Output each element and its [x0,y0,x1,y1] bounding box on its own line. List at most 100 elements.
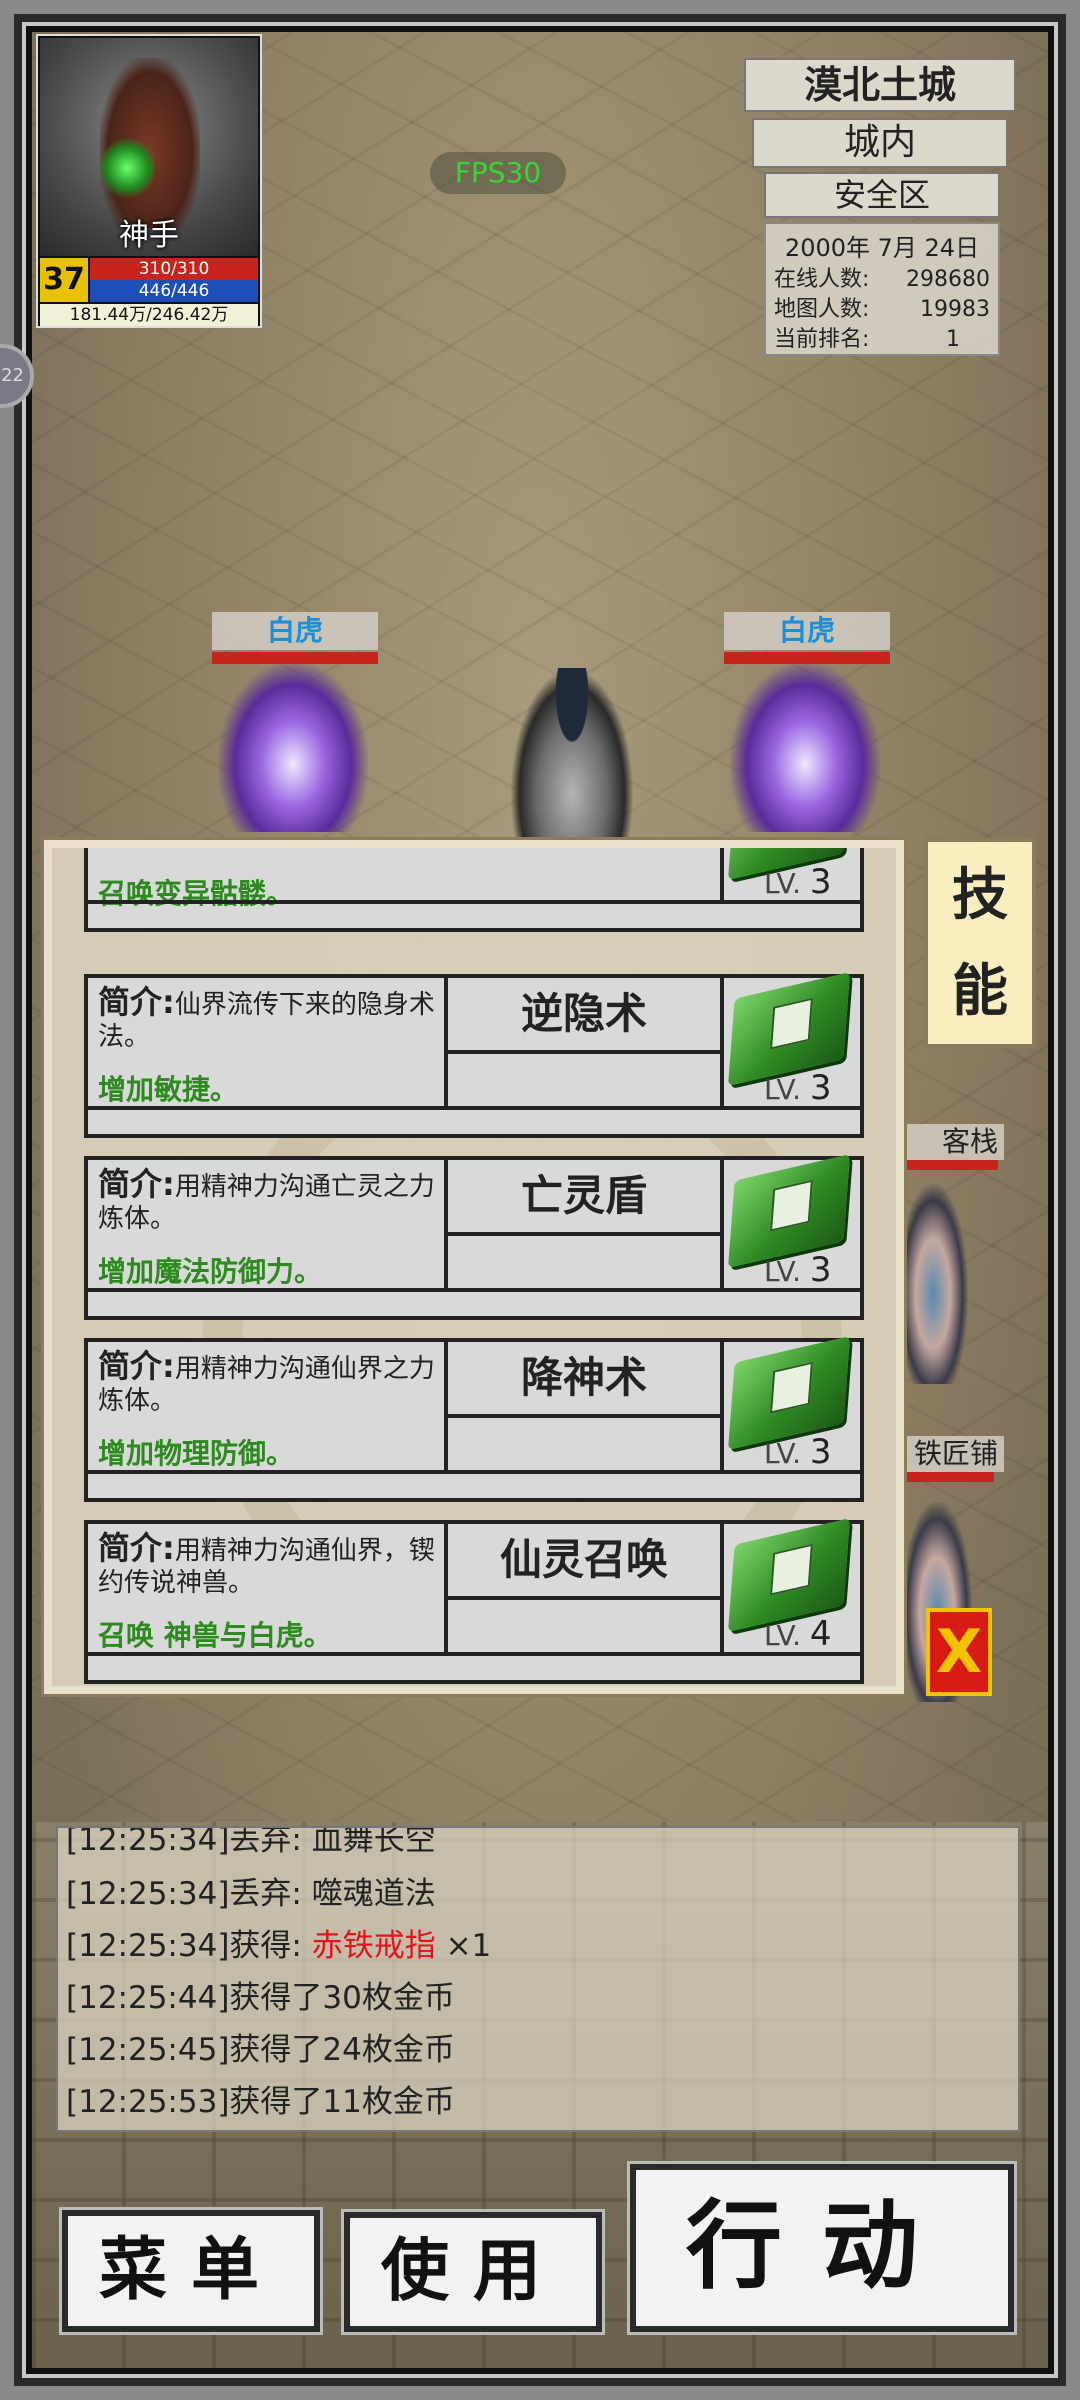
skill-book-cell: LV. 3 [720,1154,864,1292]
chat-line: [12:25:45]获得了24枚金币 [66,2032,455,2068]
desc-label: 简介: [98,983,175,1021]
skill-tab-label-2: 能 [952,959,1008,1024]
skill-book-cell: LV. 4 [720,1518,864,1656]
skill-book-cell: LV. 3 [720,848,864,904]
skill-name: 降神术 [444,1338,724,1418]
skill-level-value: 3 [809,1068,832,1108]
chat-line: [12:25:34]丢弃: 血舞长空 [66,1826,436,1858]
stat-value: 298680 [906,267,990,292]
skill-level-label: LV. [764,1437,801,1470]
stat-row: 地图人数: 19983 [774,295,990,325]
skill-card[interactable]: 简介:用精神力沟通仙界，锲约传说神兽。 召唤 神兽与白虎。 仙灵召唤 LV. 4 [84,1518,864,1684]
portrait-aura [100,138,155,198]
skill-level-label: LV. [764,1619,801,1652]
chat-line: [12:25:34]丢弃: 噬魂道法 [66,1876,436,1912]
fps-counter: FPS30 [430,152,566,194]
skill-name: 逆隐术 [444,974,724,1054]
skill-level-label: LV. [764,1255,801,1288]
skill-tab-label-1: 技 [952,863,1008,928]
monster-name-label: 白虎 [212,612,378,650]
skill-effect: 召唤 神兽与白虎。 [98,1619,332,1652]
stat-label: 地图人数: [774,297,870,322]
stat-label: 当前排名: [774,327,870,352]
skill-level-value: 3 [809,1250,832,1290]
card-divider [88,1288,860,1292]
skill-effect: 召唤变异骷髅。 [98,877,295,910]
card-divider [88,1106,860,1110]
skill-name: 亡灵盾 [444,1156,724,1236]
card-divider [444,1054,724,1110]
skill-level: LV. 3 [764,1250,832,1290]
chat-line: [12:25:44]获得了30枚金币 [66,1980,455,2016]
skill-book-cell: LV. 3 [720,972,864,1110]
skill-level-value: 4 [809,1614,832,1654]
card-divider [88,1470,860,1474]
skill-card[interactable]: 召唤变异骷髅。 LV. 3 [84,848,864,932]
skill-tab[interactable]: 技 能 [924,838,1036,1048]
stat-label: 在线人数: [774,267,870,292]
area-name: 城内 [752,118,1008,168]
desc-label: 简介: [98,1529,175,1567]
skill-card[interactable]: 简介:用精神力沟通亡灵之力炼体。 增加魔法防御力。 亡灵盾 LV. 3 [84,1154,864,1320]
card-divider [88,1652,860,1656]
exp-bar: 181.44万/246.42万 [40,304,258,326]
npc-name-blacksmith: 铁匠铺 [904,1436,1004,1472]
skill-level: LV. 4 [764,1614,832,1654]
monster-name-label: 白虎 [724,612,890,650]
server-stats: 2000年 7月 24日 在线人数: 298680 地图人数: 19983 当前… [764,222,1000,356]
card-divider [444,1236,724,1292]
npc-name-inn: 客栈 [904,1124,1004,1160]
chat-prefix: [12:25:34]获得: [66,1928,312,1964]
skill-description: 简介:仙界流传下来的隐身术法。 [98,986,438,1053]
monster-white-tiger[interactable] [218,662,368,832]
skill-card[interactable]: 简介:用精神力沟通仙界之力炼体。 增加物理防御。 降神术 LV. 3 [84,1336,864,1502]
character-panel[interactable]: 神手 37 310/310 446/446 181.44万/246.42万 [36,34,262,328]
chat-line: [12:25:53]获得了11枚金币 [66,2084,455,2120]
zone-type: 安全区 [764,172,1000,218]
skill-effect: 增加敏捷。 [98,1073,239,1106]
character-portrait[interactable]: 神手 [40,38,258,256]
skill-card[interactable]: 简介:仙界流传下来的隐身术法。 增加敏捷。 逆隐术 LV. 3 [84,972,864,1138]
npc-innkeeper[interactable] [898,1184,968,1384]
skill-level-value: 3 [809,862,832,902]
stat-value: 1 [946,327,960,352]
action-button[interactable]: 行动 [627,2161,1017,2335]
desc-label: 简介: [98,1347,175,1385]
hp-bar: 310/310 [90,258,258,280]
chat-log[interactable]: [12:25:34]丢弃: 血舞长空 [12:25:34]丢弃: 噬魂道法 [1… [56,1826,1020,2132]
game-date: 2000年 7月 24日 [784,234,980,262]
npc-hp-bar [904,1472,994,1482]
skill-name: 仙灵召唤 [444,1520,724,1600]
skill-level-label: LV. [764,867,801,900]
card-divider [88,900,860,904]
card-divider [444,1600,724,1656]
desc-label: 简介: [98,1165,175,1203]
skill-effect: 增加魔法防御力。 [98,1255,323,1288]
map-name: 漠北土城 [744,58,1016,112]
chat-suffix: ×1 [435,1928,492,1964]
skill-book-cell: LV. 3 [720,1336,864,1474]
skill-level-label: LV. [764,1073,801,1106]
close-icon[interactable]: X [926,1608,992,1696]
skill-list-panel[interactable]: 召唤变异骷髅。 LV. 3 简介:仙界流传下来的隐身术法。 增加敏捷。 逆隐术 … [41,837,907,1697]
npc-hp-bar [904,1160,998,1170]
skill-level: LV. 3 [764,1432,832,1472]
skill-effect: 增加物理防御。 [98,1437,295,1470]
skill-level: LV. 3 [764,1068,832,1108]
character-name: 神手 [119,218,179,253]
skill-level: LV. 3 [764,862,832,902]
chat-line: [12:25:34]获得: 赤铁戒指 ×1 [66,1920,491,1965]
stat-row: 当前排名: 1 [774,325,990,355]
skill-description: 简介:用精神力沟通亡灵之力炼体。 [98,1168,438,1235]
character-level: 37 [40,258,88,302]
card-divider [444,1418,724,1474]
skill-description: 简介:用精神力沟通仙界之力炼体。 [98,1350,438,1417]
mp-bar: 446/446 [90,280,258,302]
skill-description: 简介:用精神力沟通仙界，锲约传说神兽。 [98,1532,438,1599]
menu-button[interactable]: 菜单 [59,2207,323,2335]
monster-white-tiger[interactable] [730,662,880,832]
stat-row: 在线人数: 298680 [774,265,990,295]
use-button[interactable]: 使用 [341,2209,605,2335]
stat-value: 19983 [920,297,990,322]
skill-level-value: 3 [809,1432,832,1472]
